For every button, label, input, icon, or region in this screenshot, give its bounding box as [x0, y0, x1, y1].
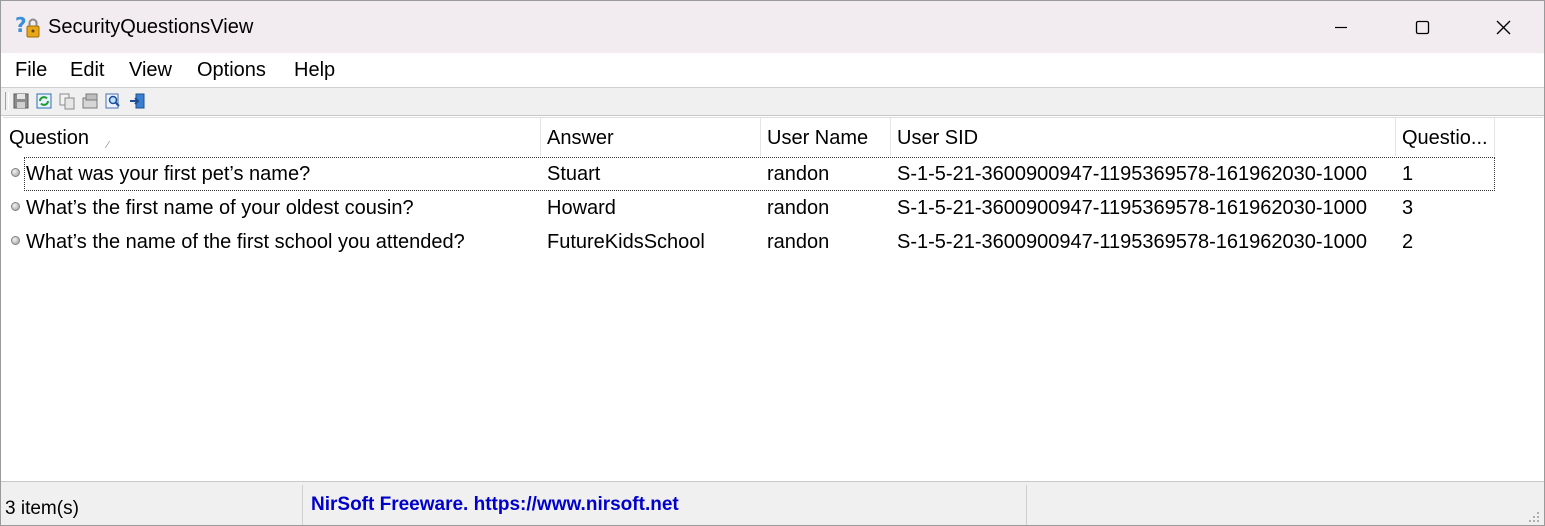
- user-name-cell: randon: [767, 231, 830, 253]
- item-count: 3 item(s): [5, 498, 79, 519]
- questions-list[interactable]: Question ⁄ Answer User Name User SID Que…: [3, 117, 1543, 480]
- question-number-cell: 2: [1402, 231, 1414, 253]
- sort-indicator-icon: ⁄: [107, 140, 109, 151]
- column-header-label: Answer: [547, 127, 614, 149]
- column-header-user-sid[interactable]: User SID: [891, 118, 1396, 156]
- close-button[interactable]: [1463, 1, 1543, 53]
- column-header-label: Questio...: [1402, 127, 1488, 149]
- menu-bar: File Edit View Options Help: [1, 53, 1544, 88]
- minimize-icon: [1335, 26, 1347, 29]
- menu-options[interactable]: Options: [195, 59, 268, 82]
- question-cell: What was your first pet’s name?: [26, 163, 311, 185]
- menu-view[interactable]: View: [127, 59, 174, 82]
- title-bar[interactable]: ? SecurityQuestionsView: [1, 1, 1544, 53]
- column-header-label: Question: [9, 127, 90, 149]
- answer-cell: Stuart: [547, 163, 601, 185]
- menu-edit[interactable]: Edit: [68, 59, 106, 82]
- properties-icon[interactable]: [81, 92, 99, 110]
- answer-cell: Howard: [547, 197, 616, 219]
- column-header-user-name[interactable]: User Name: [761, 118, 891, 156]
- answer-cell: FutureKidsSchool: [547, 231, 705, 253]
- column-header-label: User SID: [897, 127, 979, 149]
- question-number-cell: 1: [1402, 163, 1414, 185]
- status-bar: 3 item(s) NirSoft Freeware. https://www.…: [1, 481, 1544, 525]
- question-number-cell: 3: [1402, 197, 1414, 219]
- status-pane-count: 3 item(s): [1, 485, 303, 525]
- toolbar-grip: [5, 92, 9, 110]
- column-header-question-number[interactable]: Questio...: [1396, 118, 1495, 156]
- toolbar: [1, 88, 1544, 116]
- table-row[interactable]: What’s the name of the first school you …: [3, 225, 1495, 259]
- table-row[interactable]: What’s the first name of your oldest cou…: [3, 191, 1495, 225]
- user-sid-cell: S-1-5-21-3600900947-1195369578-161962030…: [897, 163, 1368, 185]
- refresh-icon[interactable]: [35, 92, 53, 110]
- user-name-cell: randon: [767, 163, 830, 185]
- app-window: ? SecurityQuestionsView File Edit View O…: [0, 0, 1545, 526]
- user-sid-cell: S-1-5-21-3600900947-1195369578-161962030…: [897, 197, 1368, 219]
- find-icon[interactable]: [104, 92, 122, 110]
- window-title: SecurityQuestionsView: [48, 16, 254, 38]
- user-sid-cell: S-1-5-21-3600900947-1195369578-161962030…: [897, 231, 1368, 253]
- copy-icon[interactable]: [58, 92, 76, 110]
- save-icon[interactable]: [12, 92, 30, 110]
- question-cell: What’s the name of the first school you …: [26, 231, 465, 253]
- nirsoft-link[interactable]: NirSoft Freeware. https://www.nirsoft.ne…: [311, 494, 679, 516]
- menu-help[interactable]: Help: [292, 59, 337, 82]
- close-icon: [1496, 20, 1511, 35]
- maximize-button[interactable]: [1382, 1, 1462, 53]
- menu-file[interactable]: File: [13, 59, 49, 82]
- svg-text:?: ?: [15, 13, 27, 37]
- table-header: Question ⁄ Answer User Name User SID Que…: [3, 118, 1495, 156]
- resize-grip-icon[interactable]: [1528, 511, 1540, 523]
- column-header-question[interactable]: Question ⁄: [3, 118, 541, 156]
- column-header-label: User Name: [767, 127, 869, 149]
- user-name-cell: randon: [767, 197, 830, 219]
- table-row-content: What was your first pet’s name? Stuart r…: [3, 157, 1495, 191]
- column-header-answer[interactable]: Answer: [541, 118, 761, 156]
- app-question-lock-icon: ?: [14, 13, 42, 41]
- minimize-button[interactable]: [1301, 1, 1381, 53]
- exit-icon[interactable]: [128, 92, 146, 110]
- question-cell: What’s the first name of your oldest cou…: [26, 197, 414, 219]
- maximize-icon: [1415, 20, 1430, 35]
